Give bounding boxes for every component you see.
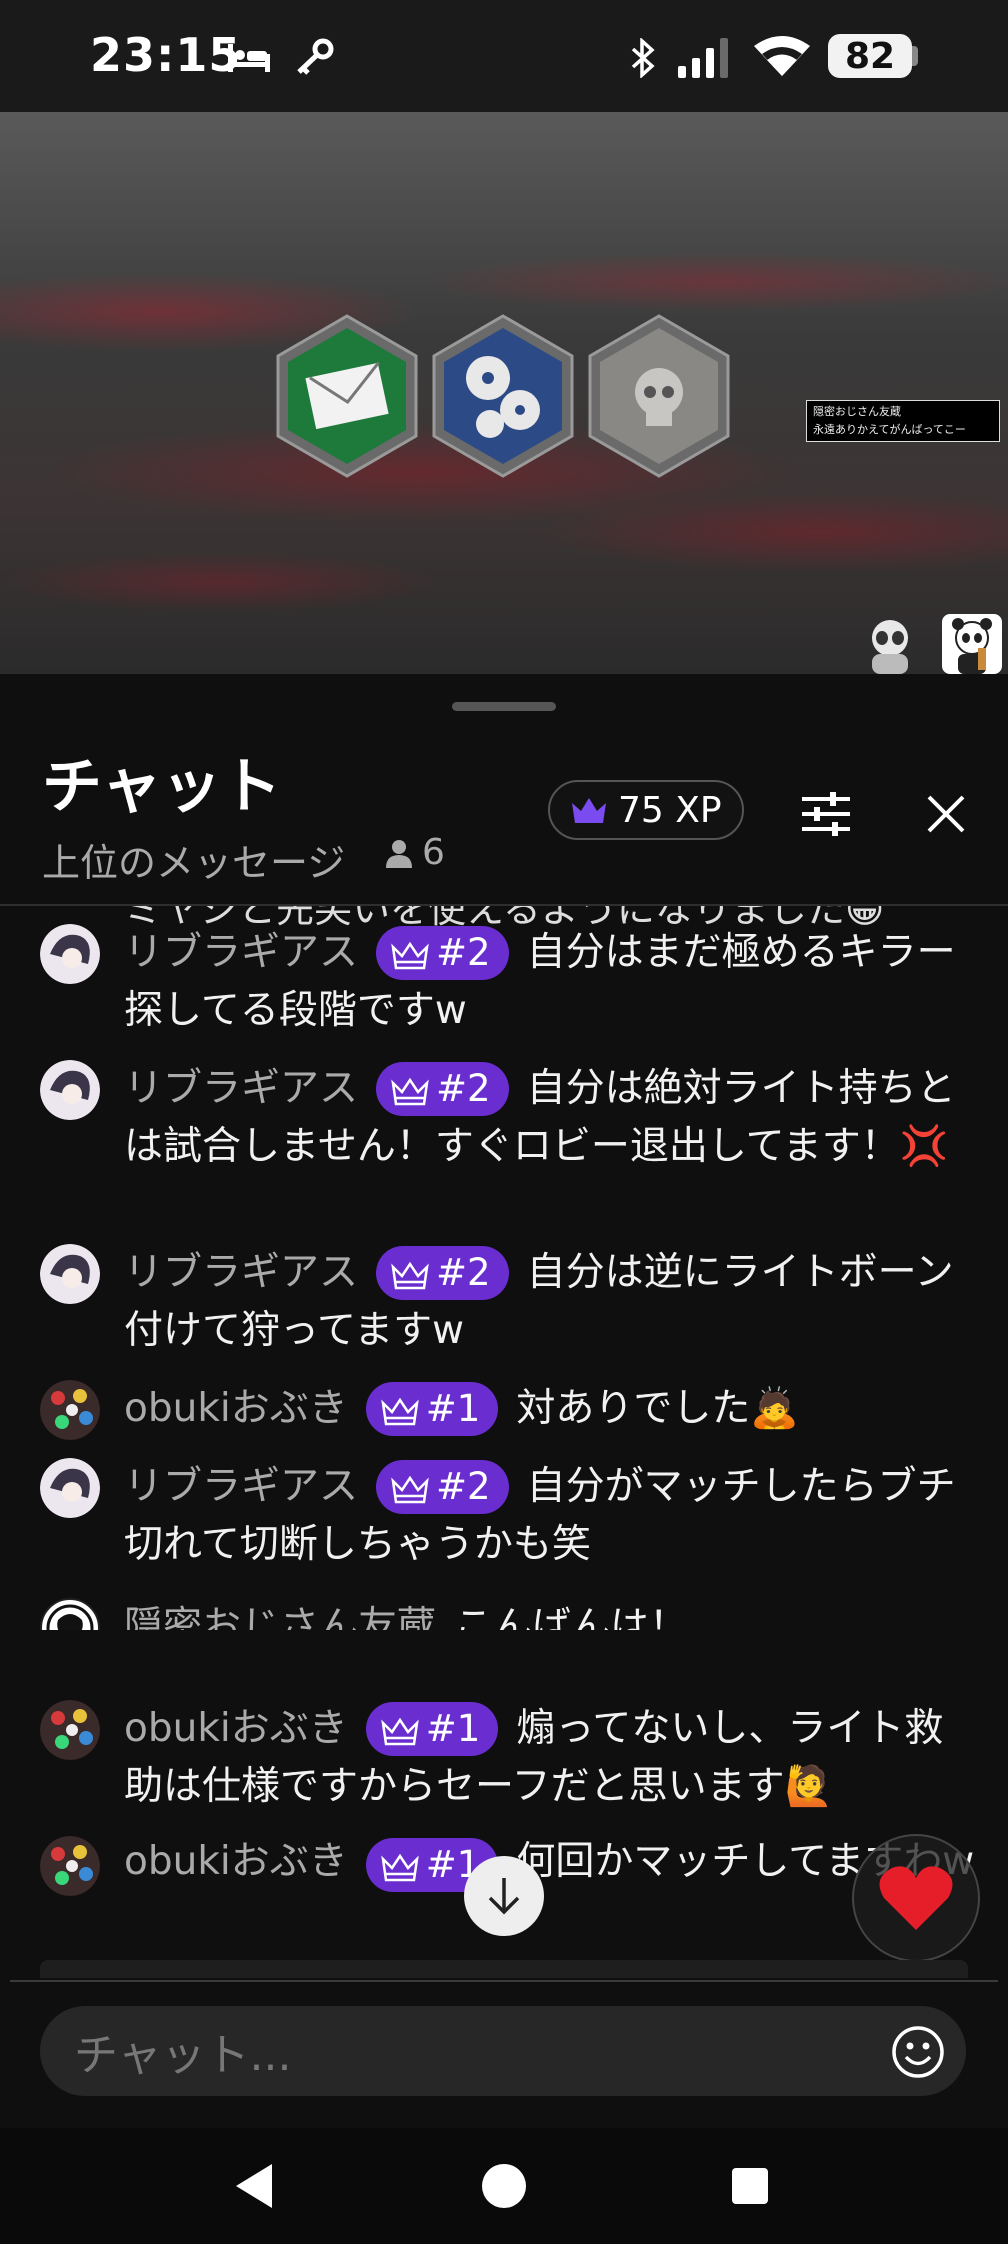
signal-icon bbox=[678, 38, 728, 78]
message-author[interactable]: リブラギアス bbox=[124, 1464, 358, 1509]
envelope-perk-icon bbox=[276, 314, 418, 478]
battery-indicator: 82 bbox=[828, 34, 912, 78]
stream-overlay-comment: 隠密おじさん友蔵 永遠ありかえてがんばってこー bbox=[806, 400, 1000, 442]
wifi-icon bbox=[754, 36, 810, 76]
crown-outline-icon bbox=[380, 1717, 419, 1746]
nav-back-button[interactable] bbox=[224, 2156, 284, 2216]
battery-tip bbox=[912, 46, 918, 66]
reaction-heart-button[interactable] bbox=[852, 1834, 980, 1962]
message-author[interactable]: リブラギアス bbox=[124, 1250, 358, 1295]
emoji-icon[interactable] bbox=[890, 2024, 946, 2080]
crown-outline-icon bbox=[380, 1397, 419, 1426]
skull-perk-icon bbox=[588, 314, 730, 478]
message-author[interactable]: リブラギアス bbox=[124, 1066, 358, 1111]
avatar bbox=[40, 924, 100, 984]
sliders-icon bbox=[802, 792, 850, 836]
avatar bbox=[40, 1244, 100, 1304]
viewer-count: 6 bbox=[384, 832, 445, 873]
rank-badge-label: #2 bbox=[436, 1251, 491, 1294]
rank-badge: #2 bbox=[376, 1246, 509, 1300]
rank-badge-label: #2 bbox=[436, 1465, 491, 1508]
input-divider bbox=[10, 1980, 998, 1982]
crown-outline-icon bbox=[391, 941, 429, 970]
crown-outline-icon bbox=[391, 1475, 429, 1504]
chat-message[interactable]: obukiおぶき #1 対ありでした🙇 bbox=[40, 1380, 980, 1440]
rank-badge: #1 bbox=[365, 1702, 499, 1756]
chat-title: チャット bbox=[42, 752, 282, 822]
video-player[interactable]: 隠密おじさん友蔵 永遠ありかえてがんばってこー bbox=[0, 112, 1008, 674]
arrow-down-icon bbox=[488, 1878, 520, 1915]
status-time: 23:15 bbox=[90, 28, 242, 82]
chat-message[interactable]: リブラギアス #2 自分がマッチしたらブチ切れて切断しちゃうかも笑 bbox=[40, 1458, 980, 1574]
message-text: 対ありでした🙇 bbox=[516, 1386, 799, 1431]
nav-home-button[interactable] bbox=[474, 2156, 534, 2216]
xp-value: 75 XP bbox=[618, 789, 722, 831]
message-author[interactable]: obukiおぶき bbox=[124, 1386, 348, 1431]
crown-outline-icon bbox=[391, 1261, 429, 1290]
message-author[interactable]: obukiおぶき bbox=[124, 1839, 348, 1884]
scroll-to-bottom-button[interactable] bbox=[464, 1856, 544, 1936]
bluetooth-icon bbox=[631, 38, 655, 78]
rank-badge-label: #1 bbox=[425, 1387, 481, 1430]
nav-recents-button[interactable] bbox=[720, 2156, 780, 2216]
drag-handle[interactable] bbox=[452, 702, 556, 711]
chat-mode-selector[interactable]: 上位のメッセージ bbox=[42, 832, 345, 887]
avatar bbox=[40, 1060, 100, 1120]
avatar bbox=[40, 1700, 100, 1760]
crown-outline-icon bbox=[391, 1077, 429, 1106]
heart-icon bbox=[879, 1866, 953, 1930]
avatar bbox=[40, 1458, 100, 1518]
flower-perk-icon bbox=[432, 314, 574, 478]
streamer-avatar-icon bbox=[872, 620, 908, 674]
avatar bbox=[40, 1380, 100, 1440]
rank-badge-label: #1 bbox=[425, 1707, 481, 1750]
chat-message-list[interactable]: ミヤジと先笑いを使えるようになりました😁 リブラギアス #2 自分はまだ極めるキラー… bbox=[0, 906, 1008, 1630]
home-icon bbox=[482, 2164, 526, 2208]
message-author[interactable]: 隠密おじさん友蔵 bbox=[124, 1604, 436, 1630]
rank-badge: #2 bbox=[376, 1062, 509, 1116]
message-author[interactable]: リブラギアス bbox=[124, 930, 358, 975]
chat-input-placeholder: チャット... bbox=[74, 2030, 292, 2081]
chat-message[interactable]: リブラギアス #2 自分はまだ極めるキラー探してる段階ですw bbox=[40, 924, 980, 1040]
filter-settings-button[interactable] bbox=[796, 784, 856, 844]
rank-badge: #2 bbox=[376, 1460, 509, 1514]
back-icon bbox=[236, 2164, 272, 2208]
rank-badge-label: #2 bbox=[436, 931, 491, 974]
chat-message[interactable]: 隠密おじさん友蔵 こんばんは！ bbox=[40, 1598, 980, 1630]
chat-message[interactable]: リブラギアス #2 自分は絶対ライト持ちとは試合しません！すぐロビー退出してます！💢 bbox=[40, 1060, 980, 1176]
panda-avatar-icon bbox=[942, 614, 1002, 674]
close-button[interactable] bbox=[916, 784, 976, 844]
avatar bbox=[40, 1836, 100, 1896]
system-nav-bar bbox=[0, 2128, 1008, 2244]
xp-button[interactable]: 75 XP bbox=[548, 780, 744, 840]
input-top-shade bbox=[40, 1960, 968, 1978]
rank-badge: #2 bbox=[376, 926, 509, 980]
crown-outline-icon bbox=[380, 1853, 419, 1882]
person-icon bbox=[386, 839, 412, 868]
close-icon bbox=[927, 795, 965, 833]
bed-icon bbox=[228, 44, 270, 72]
status-bar: 23:15 82 bbox=[0, 0, 1008, 112]
rank-badge-label: #2 bbox=[436, 1067, 491, 1110]
message-author[interactable]: obukiおぶき bbox=[124, 1706, 348, 1751]
crown-icon bbox=[572, 798, 606, 823]
avatar bbox=[40, 1598, 100, 1630]
rank-badge: #1 bbox=[365, 1382, 499, 1436]
chat-message[interactable]: リブラギアス #2 自分は逆にライトボーン付けて狩ってますw bbox=[40, 1244, 980, 1360]
chat-input-field[interactable]: チャット... bbox=[40, 2006, 966, 2096]
recents-icon bbox=[732, 2168, 768, 2204]
message-text: こんばんは！ bbox=[454, 1604, 689, 1630]
viewer-count-value: 6 bbox=[422, 832, 445, 873]
overlay-user: 隠密おじさん友蔵 bbox=[813, 405, 901, 418]
overlay-text: 永遠ありかえてがんばってこー bbox=[813, 423, 966, 436]
chat-message[interactable]: obukiおぶき #1 煽ってないし、ライト救助は仕様ですからセーフだと思います🙋 bbox=[40, 1700, 980, 1816]
key-icon bbox=[297, 38, 334, 75]
